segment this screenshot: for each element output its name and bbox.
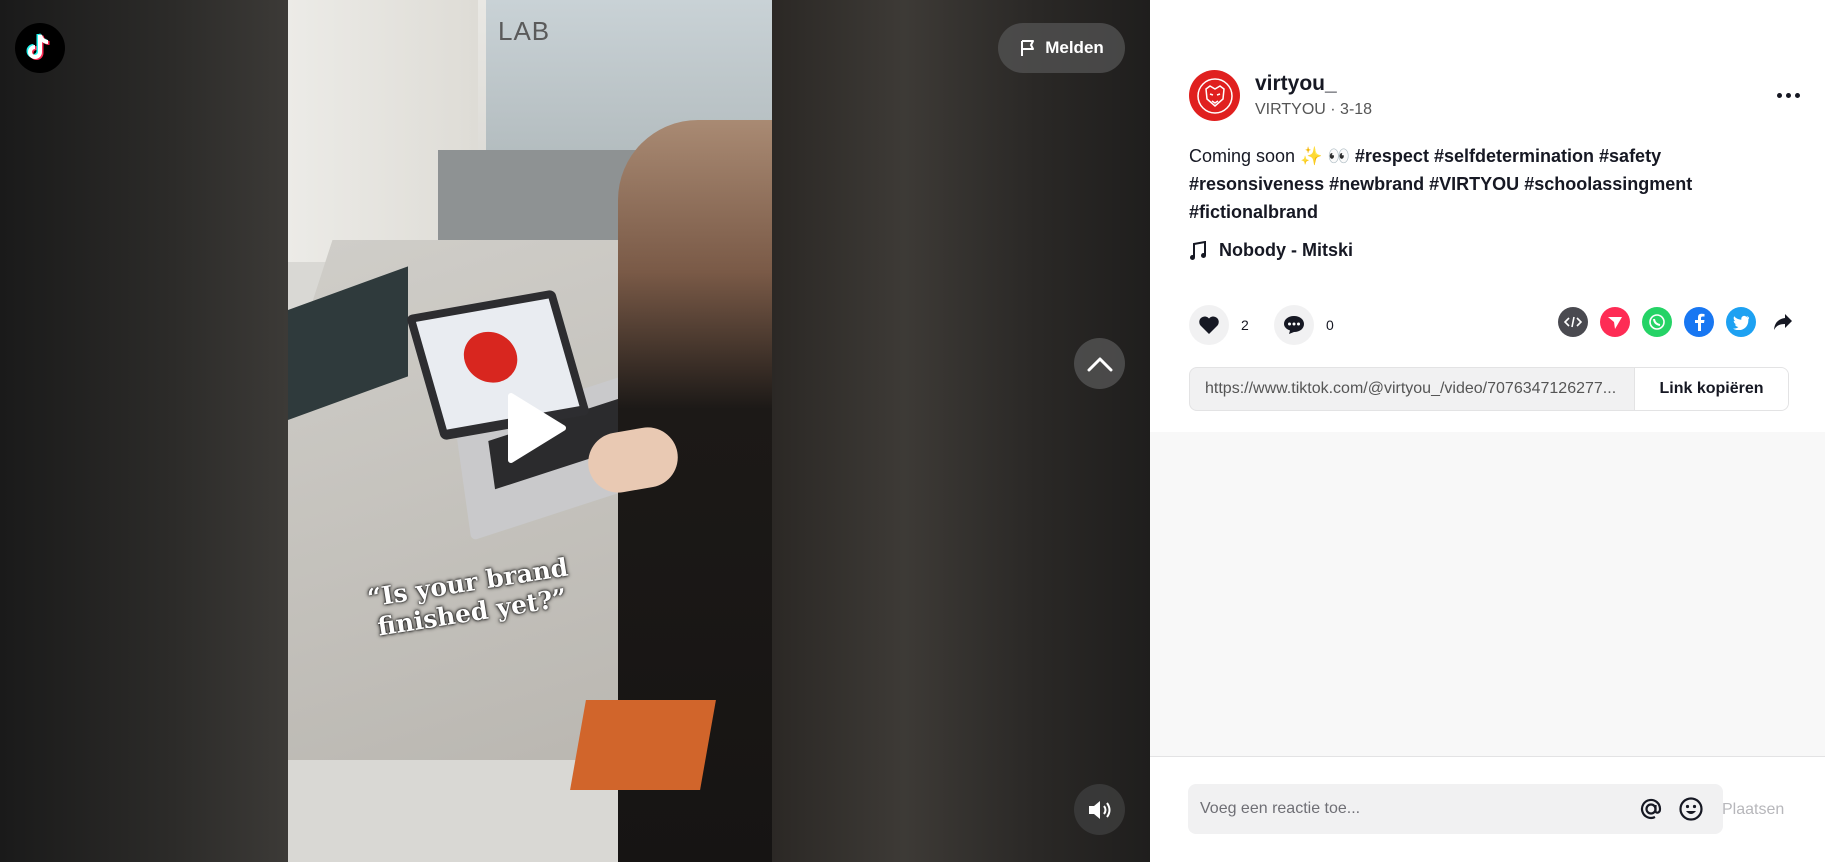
hashtag-link[interactable]: #VIRTYOU bbox=[1429, 174, 1519, 194]
twitter-icon[interactable] bbox=[1726, 307, 1756, 337]
comment-button[interactable] bbox=[1274, 305, 1314, 345]
video-url-field[interactable]: https://www.tiktok.com/@virtyou_/video/7… bbox=[1190, 368, 1634, 410]
post-date: 3-18 bbox=[1340, 101, 1373, 118]
more-dot-icon bbox=[1785, 92, 1791, 98]
tiktok-video-page: LAB “Is your brand finished yet?” Melden… bbox=[0, 0, 1825, 862]
scene-brand-logo bbox=[457, 327, 524, 387]
more-dot-icon bbox=[1794, 92, 1800, 98]
smiley-icon bbox=[1679, 797, 1703, 821]
separator: · bbox=[1325, 101, 1341, 118]
tiktok-logo-icon[interactable] bbox=[15, 23, 65, 73]
whatsapp-icon[interactable] bbox=[1642, 307, 1672, 337]
comment-placeholder: Voeg een reactie toe... bbox=[1200, 800, 1361, 817]
mention-button[interactable] bbox=[1631, 789, 1671, 829]
video-player[interactable]: LAB “Is your brand finished yet?” Melden bbox=[0, 0, 1150, 862]
scene-chair bbox=[570, 700, 716, 790]
comment-action[interactable]: 0 bbox=[1274, 305, 1334, 345]
like-action[interactable]: 2 bbox=[1189, 305, 1249, 345]
like-count: 2 bbox=[1241, 317, 1249, 333]
music-link[interactable]: Nobody - Mitski bbox=[1189, 240, 1353, 261]
chevron-up-icon bbox=[1087, 357, 1112, 371]
share-arrow-icon[interactable] bbox=[1768, 307, 1798, 337]
comment-bubble-icon bbox=[1284, 316, 1304, 334]
comment-count: 0 bbox=[1326, 317, 1334, 333]
comment-bar: Voeg een reactie toe... Plaatsen bbox=[1150, 756, 1825, 862]
volume-icon bbox=[1088, 800, 1110, 819]
hashtag-link[interactable]: #safety bbox=[1599, 146, 1661, 166]
tiger-logo-icon bbox=[1196, 77, 1233, 114]
hashtag-link[interactable]: #respect bbox=[1355, 146, 1429, 166]
music-title: Nobody - Mitski bbox=[1219, 240, 1353, 260]
hashtag-link[interactable]: #fictionalbrand bbox=[1189, 202, 1318, 222]
description-text: Coming soon ✨ 👀 bbox=[1189, 146, 1355, 166]
author-display-name: VIRTYOU bbox=[1255, 101, 1326, 118]
author-username[interactable]: virtyou_ bbox=[1255, 72, 1337, 96]
avatar[interactable] bbox=[1189, 70, 1240, 121]
hashtag-link[interactable]: #schoolassingment bbox=[1524, 174, 1692, 194]
report-label: Melden bbox=[1045, 38, 1104, 57]
hashtag-link[interactable]: #newbrand bbox=[1329, 174, 1424, 194]
hashtag-link[interactable]: #selfdetermination bbox=[1434, 146, 1594, 166]
scene-sign: LAB bbox=[498, 16, 551, 46]
share-options bbox=[1558, 307, 1798, 337]
post-description: Coming soon ✨ 👀 #respect #selfdeterminat… bbox=[1189, 142, 1769, 226]
previous-video-button[interactable] bbox=[1074, 338, 1125, 389]
emoji-button[interactable] bbox=[1671, 789, 1711, 829]
comment-input[interactable]: Voeg een reactie toe... bbox=[1188, 784, 1723, 834]
volume-button[interactable] bbox=[1074, 784, 1125, 835]
video-backdrop-left bbox=[0, 0, 288, 862]
copy-link-button[interactable]: Link kopiëren bbox=[1634, 368, 1788, 410]
video-details-panel: virtyou_ VIRTYOU · 3-18 Coming soon ✨ 👀 … bbox=[1150, 0, 1825, 862]
report-button[interactable]: Melden bbox=[998, 23, 1125, 73]
author-subline: VIRTYOU · 3-18 bbox=[1255, 101, 1372, 119]
more-options-button[interactable] bbox=[1770, 80, 1806, 110]
more-dot-icon bbox=[1776, 92, 1782, 98]
embed-icon[interactable] bbox=[1558, 307, 1588, 337]
facebook-icon[interactable] bbox=[1684, 307, 1714, 337]
video-backdrop-right bbox=[772, 0, 1150, 862]
play-icon[interactable] bbox=[505, 392, 567, 464]
hashtag-link[interactable]: #resonsiveness bbox=[1189, 174, 1324, 194]
like-button[interactable] bbox=[1189, 305, 1229, 345]
post-info: virtyou_ VIRTYOU · 3-18 Coming soon ✨ 👀 … bbox=[1150, 0, 1825, 432]
send-to-friends-icon[interactable] bbox=[1600, 307, 1630, 337]
heart-icon bbox=[1199, 316, 1219, 334]
at-sign-icon bbox=[1640, 798, 1662, 820]
flag-icon bbox=[1021, 40, 1035, 56]
music-note-icon bbox=[1190, 240, 1206, 260]
share-link-box: https://www.tiktok.com/@virtyou_/video/7… bbox=[1189, 367, 1789, 411]
post-comment-button[interactable]: Plaatsen bbox=[1722, 801, 1784, 819]
